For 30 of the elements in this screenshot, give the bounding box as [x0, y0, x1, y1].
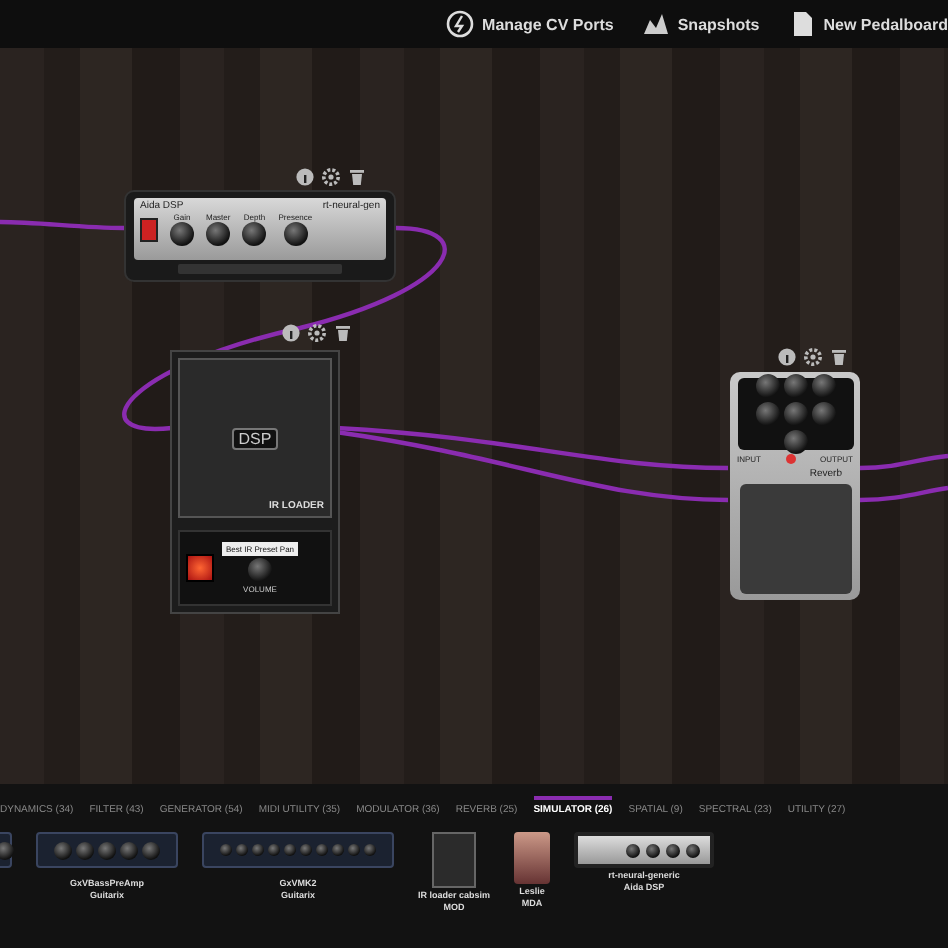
knob[interactable]: [811, 374, 835, 398]
knob[interactable]: [206, 222, 231, 246]
knob[interactable]: [170, 222, 194, 246]
toolbar-button[interactable]: New Pedalboard: [787, 10, 948, 38]
logo: DSP: [232, 427, 278, 449]
trash-icon: [334, 324, 352, 342]
cabinet-thumbnail[interactable]: [432, 832, 476, 888]
power-switch[interactable]: [140, 217, 158, 241]
pedal-thumbnail[interactable]: [514, 832, 551, 884]
lightning-icon: [446, 10, 475, 38]
amp-thumbnail[interactable]: [574, 832, 715, 868]
toolbar-button[interactable]: Manage CV Ports: [446, 10, 614, 38]
settings-icon: [804, 348, 822, 366]
toolbar-button[interactable]: Snapshots: [641, 10, 760, 38]
trash-icon: [830, 348, 848, 366]
info-icon: [778, 348, 796, 366]
knob[interactable]: [755, 374, 779, 398]
knob[interactable]: [783, 374, 807, 398]
settings-icon: [308, 324, 326, 342]
chart-icon: [641, 10, 670, 38]
settings-icon: [322, 168, 340, 186]
trash-icon: [348, 168, 366, 186]
footswitch[interactable]: [739, 484, 851, 594]
knob[interactable]: [283, 222, 308, 246]
info-icon: [296, 168, 314, 186]
knob[interactable]: [783, 430, 807, 454]
footswitch[interactable]: [186, 554, 214, 582]
info-icon: [282, 324, 300, 342]
patch-cable[interactable]: [122, 225, 447, 432]
knob[interactable]: [242, 222, 267, 246]
